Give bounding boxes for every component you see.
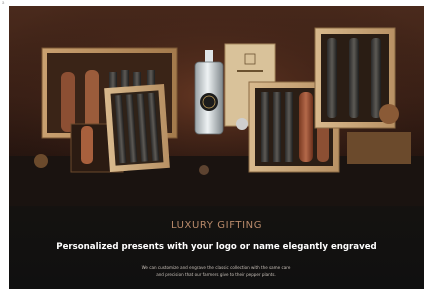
hero-banner: LUXURY GIFTING Personalized presents wit… [9,6,424,289]
decor-sphere-right [379,104,399,124]
hero-headline: Personalized presents with your logo or … [56,242,377,252]
section-eyebrow: LUXURY GIFTING [170,220,263,231]
hero-description-line-1: We can customize and engrave the classic… [141,265,291,270]
gift-tray-tubes [104,84,170,172]
gift-products-photo [9,6,424,206]
hero-description: We can customize and engrave the classic… [101,264,331,278]
decor-sphere-left [34,154,48,168]
decor-nut [199,165,209,175]
corner-text: a [2,0,5,5]
pepper-bottle [194,50,224,135]
hero-description-line-2: and precision that our farmers give to t… [156,272,276,277]
pedestal-right [347,132,411,164]
decor-sphere-center [236,118,248,130]
